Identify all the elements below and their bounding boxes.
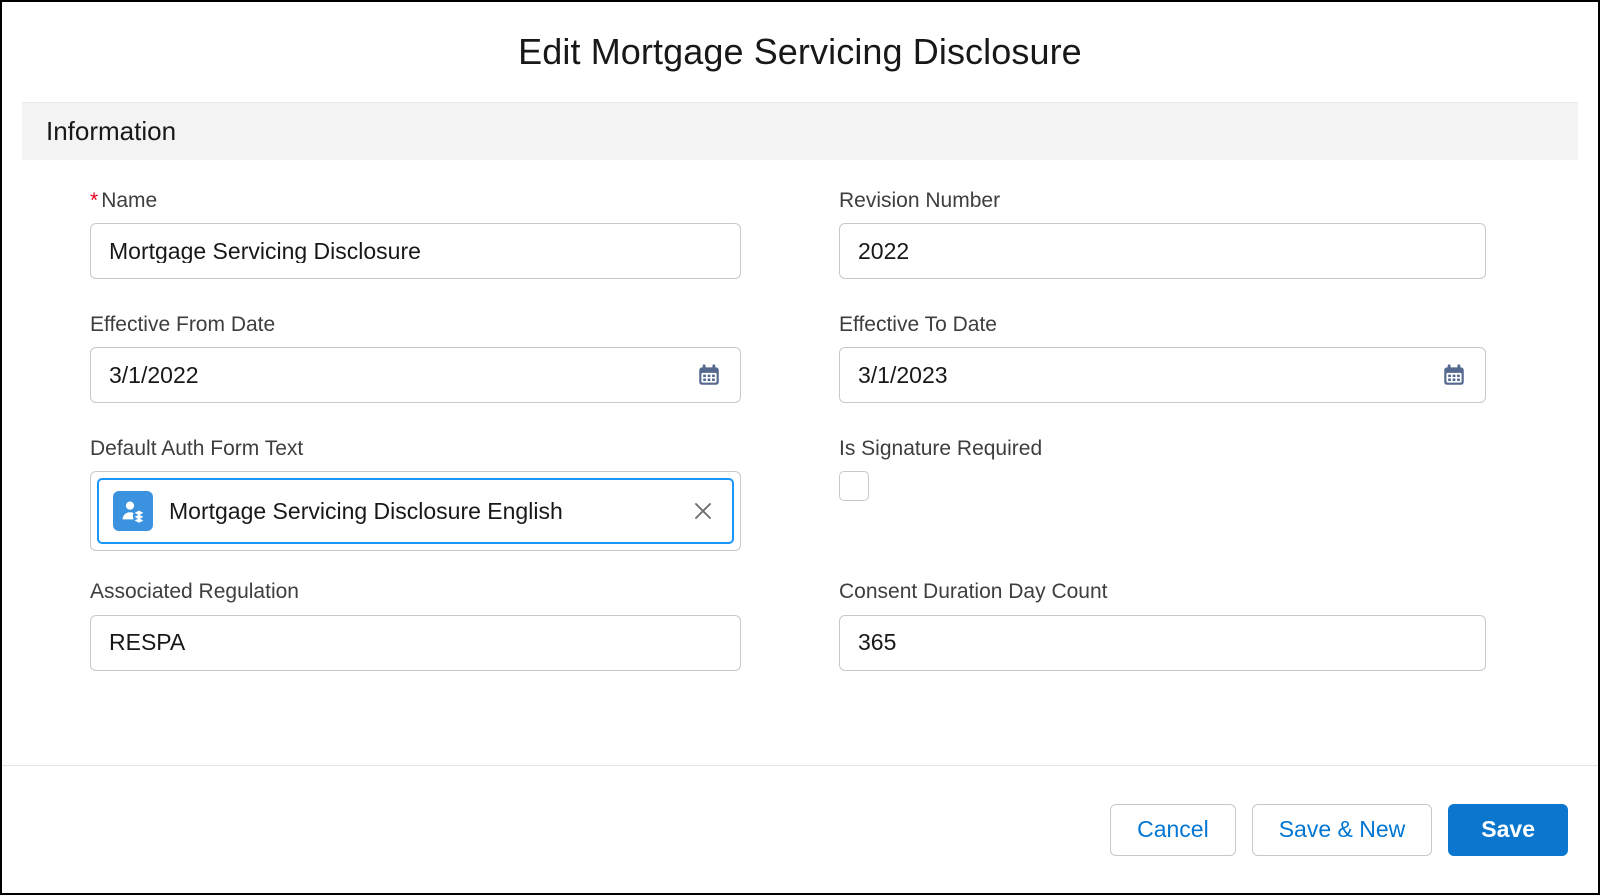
field-label-consent-duration-day-count: Consent Duration Day Count [839, 580, 1108, 604]
field-label-default-auth-form-text: Default Auth Form Text [90, 437, 304, 460]
revision-number-input[interactable]: 2022 [839, 223, 1486, 280]
save-and-new-button[interactable]: Save & New [1251, 803, 1433, 856]
close-icon[interactable] [688, 496, 718, 526]
field-effective-from-date: Effective From Date 3/1/2022 [22, 312, 769, 408]
required-asterisk-icon: * [90, 189, 99, 212]
revision-number-input-value: 2022 [858, 239, 910, 263]
associated-regulation-input[interactable]: RESPA [90, 614, 741, 671]
section-header-information: Information [22, 102, 1578, 160]
effective-to-date-input-value: 3/1/2023 [858, 363, 948, 387]
form-grid: * Name Mortgage Servicing Disclosure Revi… [2, 160, 1598, 703]
default-auth-form-text-lookup[interactable]: Mortgage Servicing Disclosure English [90, 471, 741, 552]
effective-to-date-input[interactable]: 3/1/2023 [839, 347, 1486, 404]
edit-record-modal: Edit Mortgage Servicing Disclosure Infor… [0, 0, 1600, 895]
lookup-selected-pill[interactable]: Mortgage Servicing Disclosure English [97, 478, 734, 545]
record-person-layers-icon [113, 491, 153, 532]
field-label-effective-from-date: Effective From Date [90, 313, 276, 336]
calendar-icon[interactable] [1441, 362, 1467, 388]
calendar-icon[interactable] [696, 362, 722, 388]
consent-duration-day-count-input-value: 365 [858, 631, 897, 654]
field-consent-duration-day-count: Consent Duration Day Count 365 [831, 579, 1578, 675]
modal-body: Information * Name Mortgage Servicing Dis… [2, 102, 1598, 765]
save-button[interactable]: Save [1448, 803, 1568, 856]
field-label-revision-number: Revision Number [839, 189, 1001, 212]
modal-header: Edit Mortgage Servicing Disclosure [2, 2, 1598, 102]
consent-duration-day-count-input[interactable]: 365 [839, 614, 1486, 671]
associated-regulation-input-value: RESPA [109, 631, 186, 654]
field-default-auth-form-text: Default Auth Form Text Mortgage Servicin… [22, 436, 769, 552]
name-input[interactable]: Mortgage Servicing Disclosure [90, 223, 741, 280]
page-title: Edit Mortgage Servicing Disclosure [518, 31, 1082, 73]
field-label-name-text: Name [101, 189, 158, 212]
cancel-button[interactable]: Cancel [1110, 803, 1236, 856]
section-header-title: Information [46, 116, 177, 146]
field-name: * Name Mortgage Servicing Disclosure [22, 188, 769, 284]
field-effective-to-date: Effective To Date 3/1/2023 [831, 312, 1578, 408]
field-revision-number: Revision Number 2022 [831, 188, 1578, 284]
lookup-pill-label: Mortgage Servicing Disclosure English [169, 497, 563, 524]
modal-footer: Cancel Save & New Save [2, 765, 1598, 893]
field-is-signature-required: Is Signature Required [831, 436, 1578, 551]
is-signature-required-checkbox[interactable] [839, 471, 869, 502]
field-label-is-signature-required: Is Signature Required [839, 437, 1043, 460]
field-associated-regulation: Associated Regulation RESPA [22, 579, 769, 675]
field-label-effective-to-date: Effective To Date [839, 313, 997, 336]
field-label-name: * Name [90, 188, 741, 214]
effective-from-date-input[interactable]: 3/1/2022 [90, 347, 741, 404]
name-input-value: Mortgage Servicing Disclosure [109, 239, 421, 263]
field-label-associated-regulation: Associated Regulation [90, 580, 299, 604]
effective-from-date-input-value: 3/1/2022 [109, 363, 199, 387]
